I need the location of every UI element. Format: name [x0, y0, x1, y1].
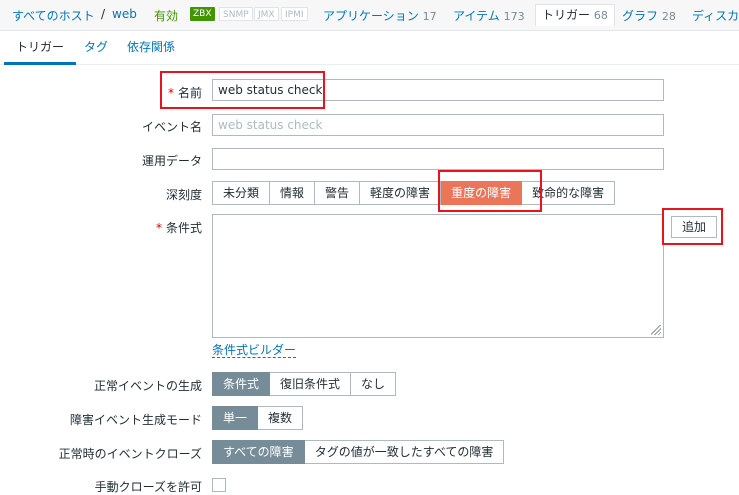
- manual-close-label: 手動クローズを許可: [94, 480, 202, 494]
- close-tag-match-problems[interactable]: タグの値が一致したすべての障害: [304, 440, 505, 464]
- expression-label-text: 条件式: [165, 221, 202, 235]
- form-tabs: トリガー タグ 依存関係: [0, 36, 739, 65]
- severity-information[interactable]: 情報: [270, 181, 316, 205]
- problem-event-mode-label: 障害イベント生成モード: [69, 413, 202, 427]
- tab-items[interactable]: アイテム 173: [453, 7, 525, 24]
- problem-event-mode-selector: 単一 複数: [212, 406, 304, 430]
- tab-triggers-count: 68: [593, 9, 608, 22]
- ok-event-generation-selector: 条件式 復旧条件式 なし: [212, 372, 397, 396]
- severity-high[interactable]: 重度の障害: [441, 181, 523, 205]
- tab-applications[interactable]: アプリケーション 17: [323, 7, 437, 24]
- operational-data-label: 運用データ: [141, 154, 202, 168]
- problem-mode-multiple[interactable]: 複数: [258, 406, 304, 430]
- required-mark: *: [155, 221, 162, 235]
- tab-applications-label: アプリケーション: [323, 9, 419, 23]
- tab-triggers-label: トリガー: [542, 8, 591, 22]
- name-label: * 名前: [168, 84, 202, 101]
- tab-graphs-count: 28: [661, 10, 676, 23]
- tab-graphs-label: グラフ: [622, 9, 659, 23]
- badge-jmx: JMX: [254, 7, 279, 21]
- operational-data-input[interactable]: [212, 148, 664, 170]
- ok-event-expression[interactable]: 条件式: [212, 372, 271, 396]
- ok-event-closes-label: 正常時のイベントクローズ: [58, 447, 202, 461]
- problem-mode-single[interactable]: 単一: [212, 406, 259, 430]
- ok-event-recovery-expression[interactable]: 復旧条件式: [270, 372, 352, 396]
- severity-disaster[interactable]: 致命的な障害: [522, 181, 616, 205]
- severity-warning[interactable]: 警告: [315, 181, 361, 205]
- breadcrumb-separator: /: [101, 7, 106, 21]
- ok-event-generation-label: 正常イベントの生成: [93, 379, 202, 393]
- required-mark: *: [167, 86, 174, 100]
- severity-label: 深刻度: [165, 188, 202, 202]
- badge-zbx: ZBX: [190, 7, 215, 21]
- event-name-input[interactable]: web status check: [212, 114, 664, 136]
- form-tab-tags[interactable]: タグ: [84, 40, 108, 62]
- expression-label: * 条件式: [156, 219, 202, 236]
- host-nav-bar: すべてのホスト / web 有効 ZBX SNMP JMX IPMI アプリケー…: [0, 0, 739, 31]
- expression-builder-link[interactable]: 条件式ビルダー: [212, 343, 297, 358]
- badge-ipmi: IPMI: [281, 7, 308, 21]
- resize-handle-icon[interactable]: [651, 325, 661, 335]
- name-input[interactable]: web status check: [212, 79, 664, 101]
- expression-textarea[interactable]: [212, 214, 664, 338]
- form-tab-dependencies[interactable]: 依存関係: [127, 40, 175, 62]
- ok-event-none[interactable]: なし: [351, 372, 397, 396]
- badge-snmp: SNMP: [219, 7, 253, 21]
- manual-close-checkbox[interactable]: [212, 478, 226, 492]
- event-name-label: イベント名: [141, 120, 202, 134]
- close-all-problems[interactable]: すべての障害: [212, 440, 305, 464]
- add-expression-button[interactable]: 追加: [671, 216, 717, 238]
- severity-not-classified[interactable]: 未分類: [212, 181, 271, 205]
- name-label-text: 名前: [177, 86, 202, 100]
- tab-triggers[interactable]: トリガー 68: [535, 4, 615, 26]
- tab-graphs[interactable]: グラフ 28: [622, 7, 676, 24]
- breadcrumb-all-hosts[interactable]: すべてのホスト: [12, 7, 95, 24]
- severity-average[interactable]: 軽度の障害: [360, 181, 442, 205]
- breadcrumb-host[interactable]: web: [112, 7, 137, 21]
- tab-discovery[interactable]: ディスカ: [692, 7, 739, 24]
- tab-items-label: アイテム: [453, 9, 500, 23]
- tab-applications-count: 17: [422, 10, 437, 23]
- host-status-enabled[interactable]: 有効: [154, 7, 178, 24]
- ok-event-closes-selector: すべての障害 タグの値が一致したすべての障害: [212, 440, 505, 464]
- form-tab-trigger[interactable]: トリガー: [4, 40, 77, 65]
- tab-items-count: 173: [503, 10, 525, 23]
- severity-selector: 未分類 情報 警告 軽度の障害 重度の障害 致命的な障害: [212, 181, 616, 205]
